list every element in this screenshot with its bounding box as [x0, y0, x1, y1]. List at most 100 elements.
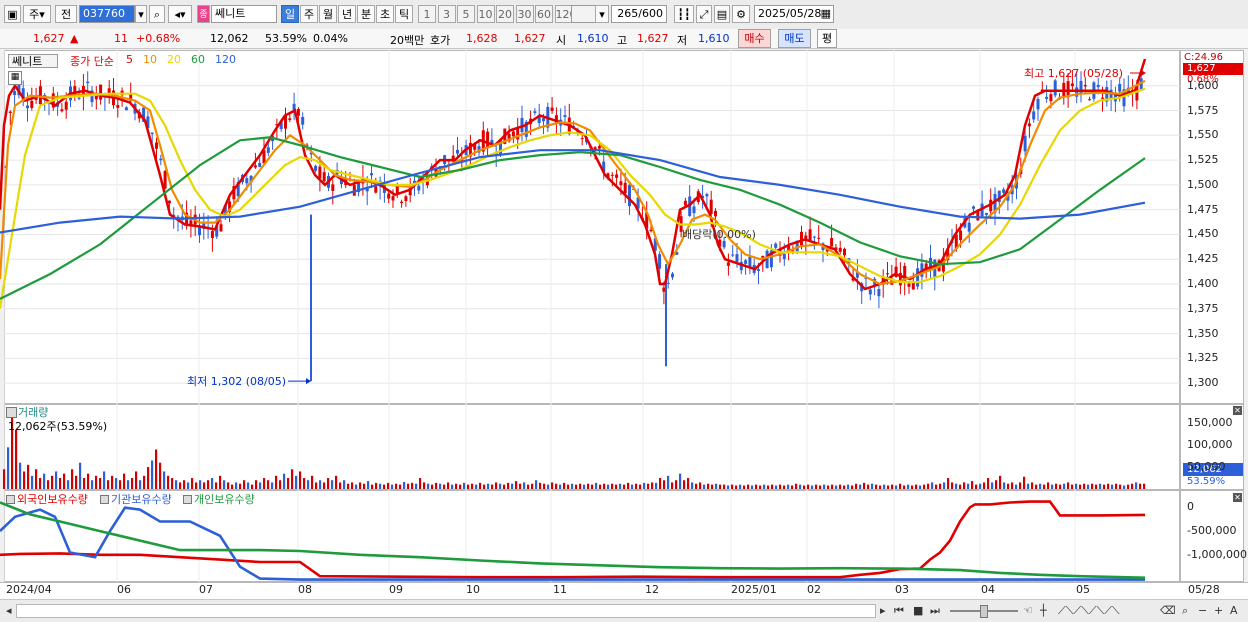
volume-bar — [927, 483, 930, 489]
candle-body — [658, 254, 662, 269]
crosshair-icon[interactable]: ┼ — [1040, 604, 1047, 617]
candle-body — [1045, 96, 1049, 99]
volume-close-icon[interactable]: ✕ — [1233, 406, 1242, 415]
zoom-in-icon[interactable]: + — [1214, 604, 1223, 617]
volume-bar — [99, 478, 102, 489]
eraser-icon[interactable]: ⌫ — [1160, 604, 1176, 617]
volume-bar — [1143, 483, 1146, 489]
volume-bar — [711, 484, 714, 489]
volume-bar — [555, 483, 558, 489]
volume-bar — [55, 471, 58, 489]
candle-body — [886, 273, 889, 275]
holdings-legend-toggle-2[interactable] — [183, 495, 192, 504]
volume-bar — [587, 483, 590, 489]
volume-bar — [7, 447, 10, 489]
scroll-left-icon[interactable]: ◂ — [6, 604, 12, 617]
volume-bar — [67, 480, 70, 489]
volume-bar — [863, 482, 866, 489]
volume-bar — [983, 482, 986, 489]
zoom-slider-handle[interactable] — [980, 605, 988, 618]
volume-tick-label: 50,000 — [1187, 460, 1226, 474]
candle-body — [266, 147, 270, 153]
volume-bar — [43, 473, 46, 489]
volume-bar — [995, 480, 998, 489]
volume-bar — [1087, 484, 1090, 489]
forward-icon[interactable]: ⏭ — [930, 604, 940, 618]
volume-bar — [763, 484, 766, 489]
volume-bar — [571, 483, 574, 489]
volume-bar — [211, 478, 214, 489]
ma-legend-10[interactable]: 10 — [143, 53, 157, 66]
price-tick-label: 1,525 — [1187, 153, 1219, 167]
volume-bar — [227, 482, 230, 489]
zoom-icon[interactable]: ⌕ — [1182, 604, 1188, 618]
candle-body — [99, 84, 103, 100]
volume-bar — [971, 481, 974, 489]
volume-bar — [435, 482, 438, 489]
ma-legend-60[interactable]: 60 — [191, 53, 205, 66]
volume-bar — [1055, 483, 1058, 489]
holdings-legend-toggle-0[interactable] — [6, 495, 15, 504]
volume-bar — [383, 484, 386, 489]
volume-bar — [751, 485, 754, 489]
stop-icon[interactable]: ■ — [913, 604, 923, 617]
volume-bar — [307, 480, 310, 489]
volume-bar — [71, 469, 74, 489]
volume-bar — [999, 475, 1002, 489]
volume-bar — [351, 482, 354, 489]
volume-bar — [1027, 483, 1030, 489]
font-size-icon[interactable]: A — [1230, 604, 1238, 617]
volume-bar — [1015, 484, 1018, 489]
volume-bar — [879, 485, 882, 489]
hand-icon[interactable]: ☜ — [1023, 604, 1033, 617]
volume-bar — [631, 484, 634, 489]
holdings-legend-toggle-1[interactable] — [100, 495, 109, 504]
volume-bar — [311, 475, 314, 489]
volume-bar — [379, 483, 382, 489]
volume-bar — [919, 485, 922, 489]
volume-bar — [291, 469, 294, 489]
volume-bar — [615, 484, 618, 489]
volume-bar — [639, 484, 642, 489]
volume-bar — [803, 485, 806, 489]
volume-bar — [823, 484, 826, 489]
scroll-right-icon[interactable]: ▸ — [880, 604, 886, 617]
rewind-icon[interactable]: ⏮ — [894, 604, 904, 618]
candle-body — [782, 253, 786, 260]
grid-toggle-icon[interactable]: ▦ — [8, 71, 22, 85]
volume-bar — [675, 480, 678, 489]
volume-bar — [1083, 483, 1086, 489]
volume-bar — [299, 471, 302, 489]
price-tick-label: 1,600 — [1187, 78, 1219, 92]
volume-tick-label: 150,000 — [1187, 416, 1233, 430]
volume-bar — [327, 478, 330, 489]
holdings-legend-2: 개인보유수량 — [194, 493, 255, 506]
candle-body — [1002, 189, 1006, 193]
trend-tools-icon[interactable]: ⟋⟍⟋⟍⟋⟍⟋⟍ — [1058, 604, 1120, 618]
holdings-close-icon[interactable]: ✕ — [1233, 493, 1242, 502]
volume-bar — [483, 484, 486, 489]
candle-body — [735, 254, 739, 262]
volume-bar — [295, 475, 298, 489]
ma-legend-5[interactable]: 5 — [126, 53, 133, 66]
scroll-toolbar: ◂ ▸ ⏮ ■ ⏭ ☜ ┼ ⟋⟍⟋⟍⟋⟍⟋⟍ ⌫ ⌕ − + A — [0, 599, 1248, 622]
volume-bar — [135, 471, 138, 489]
volume-panel-toggle[interactable] — [6, 407, 17, 418]
volume-bar — [315, 482, 318, 489]
candle-body — [60, 109, 64, 112]
candle-body — [610, 174, 614, 176]
horizontal-scrollbar[interactable] — [16, 604, 876, 618]
candle-body — [314, 165, 318, 171]
zoom-out-icon[interactable]: − — [1198, 604, 1207, 617]
ma-legend-20[interactable]: 20 — [167, 53, 181, 66]
candle-body — [709, 199, 713, 214]
volume-bar — [91, 480, 94, 489]
candle-body — [159, 158, 163, 161]
volume-bar — [759, 485, 762, 489]
volume-bar — [499, 483, 502, 489]
candle-body — [456, 149, 459, 154]
ma-legend-120[interactable]: 120 — [215, 53, 236, 66]
volume-bar — [839, 484, 842, 489]
x-axis-label: 2024/04 — [6, 583, 52, 596]
price-legend-name[interactable]: 쎄니트 — [8, 54, 58, 68]
